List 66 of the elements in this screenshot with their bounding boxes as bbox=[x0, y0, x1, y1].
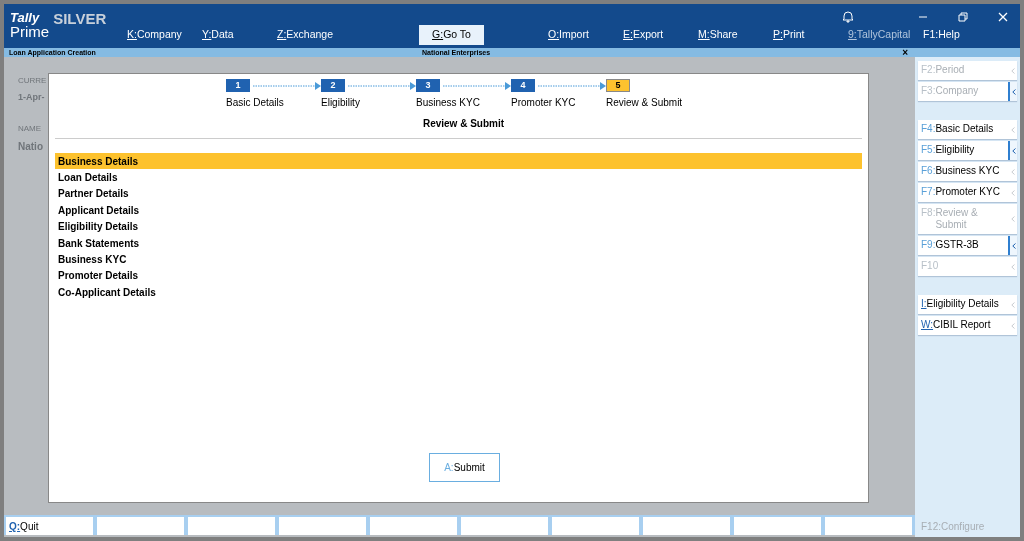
step-number: 5 bbox=[606, 79, 630, 92]
dotted-arrow-icon bbox=[538, 81, 606, 90]
background-text: Natio bbox=[18, 139, 44, 154]
list-item[interactable]: Applicant Details bbox=[55, 202, 862, 219]
menu-item[interactable]: E:Export bbox=[619, 25, 668, 45]
submit-button[interactable]: A:Submit bbox=[429, 453, 500, 482]
logo-text: Tally bbox=[10, 10, 40, 24]
edition-label: SILVER bbox=[53, 9, 107, 29]
close-icon[interactable]: × bbox=[902, 47, 908, 58]
quit-button[interactable]: Q:Quit bbox=[6, 517, 93, 535]
side-button[interactable]: F5:Eligibility bbox=[918, 141, 1017, 160]
list-item[interactable]: Eligibility Details bbox=[55, 218, 862, 235]
chevron-icon bbox=[1011, 88, 1016, 95]
side-button[interactable]: W:CIBIL Report bbox=[918, 316, 1017, 335]
list-item[interactable]: Co-Applicant Details bbox=[55, 284, 862, 301]
menu-item[interactable]: P:Print bbox=[769, 25, 809, 45]
step-number: 4 bbox=[511, 79, 535, 92]
menu-item[interactable]: Z:Exchange bbox=[273, 25, 338, 45]
menu-item[interactable]: G:Go To bbox=[419, 25, 484, 45]
list-item[interactable]: Loan Details bbox=[55, 169, 862, 186]
chevron-icon bbox=[1010, 189, 1015, 196]
close-icon[interactable] bbox=[998, 11, 1008, 22]
bell-icon[interactable] bbox=[842, 10, 854, 23]
menu-item[interactable]: F1:Help bbox=[919, 25, 964, 45]
side-button[interactable]: F9:GSTR-3B bbox=[918, 236, 1017, 255]
list-item[interactable]: Promoter Details bbox=[55, 267, 862, 285]
background-text: NAME bbox=[18, 122, 43, 135]
side-button[interactable]: F4:Basic Details bbox=[918, 120, 1017, 139]
submenu-tab[interactable] bbox=[1008, 236, 1017, 255]
chevron-icon bbox=[1010, 216, 1015, 222]
step-number: 2 bbox=[321, 79, 345, 92]
menu-item[interactable]: M:Share bbox=[694, 25, 742, 45]
menu-item[interactable]: O:Import bbox=[544, 25, 593, 45]
step-label: Basic Details bbox=[226, 96, 285, 110]
list-item[interactable]: Bank Statements bbox=[55, 234, 862, 252]
background-text: 1-Apr- bbox=[18, 91, 46, 104]
step-label: Eligibility bbox=[321, 96, 361, 110]
chevron-icon bbox=[1010, 126, 1015, 133]
step-number: 1 bbox=[226, 79, 250, 92]
step-label: Review & Submit bbox=[606, 96, 684, 110]
side-button[interactable]: F6:Business KYC bbox=[918, 162, 1017, 181]
list-item[interactable]: Partner Details bbox=[55, 185, 862, 203]
list-item[interactable]: Business Details bbox=[55, 153, 862, 170]
dotted-arrow-icon bbox=[253, 81, 321, 90]
chevron-icon bbox=[1011, 242, 1016, 249]
dotted-arrow-icon bbox=[443, 81, 511, 90]
dotted-arrow-icon bbox=[348, 81, 416, 90]
menu-item[interactable]: K:Company bbox=[123, 25, 186, 45]
chevron-icon bbox=[1010, 322, 1015, 329]
section-title: Review & Submit bbox=[421, 117, 506, 131]
side-button[interactable]: I:Eligibility Details bbox=[918, 295, 1017, 314]
chevron-icon bbox=[1011, 147, 1016, 154]
chevron-icon bbox=[1010, 263, 1015, 270]
chevron-icon bbox=[1010, 168, 1015, 175]
restore-icon[interactable] bbox=[958, 11, 968, 22]
step-label: Business KYC bbox=[416, 96, 481, 110]
logo-text: Prime bbox=[10, 23, 50, 39]
side-button[interactable]: F7:Promoter KYC bbox=[918, 183, 1017, 202]
chevron-icon bbox=[1010, 67, 1015, 74]
chevron-icon bbox=[1010, 301, 1015, 308]
submenu-tab[interactable] bbox=[1008, 141, 1017, 160]
step-number: 3 bbox=[416, 79, 440, 92]
list-item[interactable]: Business KYC bbox=[55, 251, 862, 268]
background-text: CURRE bbox=[18, 75, 47, 87]
menu-item[interactable]: Y:Data bbox=[198, 25, 238, 45]
step-label: Promoter KYC bbox=[511, 96, 577, 110]
